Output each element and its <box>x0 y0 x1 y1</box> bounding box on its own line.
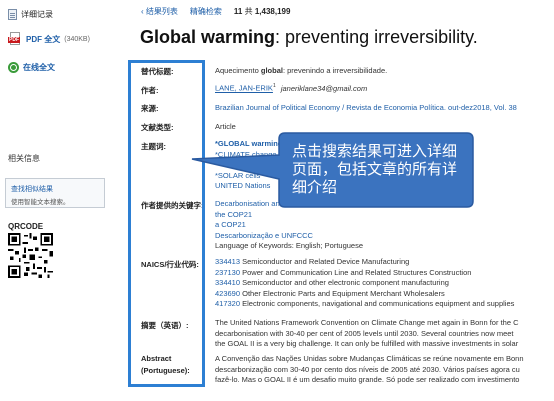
naics-desc: Power and Communication Line and Related… <box>242 267 472 277</box>
abstract-en-text: The United Nations Framework Convention … <box>215 318 519 348</box>
author-link[interactable]: LANE, JAN-ERIK <box>215 84 273 93</box>
find-similar-results[interactable]: 查找相似结果 使用智能文本搜索。 <box>5 178 105 208</box>
qrcode-heading: QRCODE <box>8 222 44 231</box>
title-rest: : preventing irreversibility. <box>275 27 478 47</box>
sidebar: 详细记录 PDF PDF 全文 (340KB) 在线全文 相关信息 查找相似结果… <box>0 0 112 401</box>
keyword-link[interactable]: Descarbonização e UNFCCC <box>215 231 535 242</box>
title-bold: Global warming <box>140 27 276 47</box>
find-similar-title[interactable]: 查找相似结果 <box>11 184 99 194</box>
naics-row: 334410 Semiconductor and other electroni… <box>215 278 554 289</box>
document-icon <box>8 9 17 20</box>
author-email: janeriklane34@gmail.com <box>280 83 368 93</box>
source-link[interactable]: Brazilian Journal of Political Economy /… <box>215 103 517 112</box>
online-full-text-link[interactable]: 在线全文 <box>8 62 55 73</box>
naics-code-link[interactable]: 334413 <box>215 257 240 266</box>
naics-row: 237130 Power and Communication Line and … <box>215 268 554 279</box>
naics-code-link[interactable]: 417320 <box>215 299 240 308</box>
callout-text: 点击搜索结果可进入详细页面，包括文章的所有详细介绍 <box>292 142 458 196</box>
keyword-link[interactable]: a COP21 <box>215 220 535 231</box>
online-full-text-label[interactable]: 在线全文 <box>23 62 55 73</box>
page-title: Global warming: preventing irreversibili… <box>140 27 478 48</box>
breadcrumb: ‹ 结果列表 精确检索 11 共 1,438,199 <box>141 6 290 17</box>
keyword-link[interactable]: the COP21 <box>215 210 535 221</box>
alt-title-value: Aquecimento global: prevenindo a irrever… <box>215 66 388 75</box>
naics-code-link[interactable]: 334410 <box>215 278 240 287</box>
related-info-heading: 相关信息 <box>8 154 40 163</box>
result-position: 11 <box>233 7 243 16</box>
refine-search-link[interactable]: 精确检索 <box>190 6 222 17</box>
naics-row: 334413 Semiconductor and Related Device … <box>215 257 554 268</box>
pdf-full-text-link[interactable]: PDF PDF 全文 (340KB) <box>8 32 90 46</box>
naics-desc: Electronic components, navigational and … <box>242 299 515 308</box>
find-similar-desc: 使用智能文本搜索。 <box>11 199 70 206</box>
naics-desc: Semiconductor and Related Device Manufac… <box>242 257 410 266</box>
author-affiliation-sup: 1 <box>272 83 276 89</box>
field-labels-highlight-box <box>128 60 205 387</box>
pdf-icon: PDF <box>8 32 22 46</box>
online-full-text-icon <box>8 62 19 73</box>
naics-desc: Semiconductor and other electronic compo… <box>242 278 449 287</box>
naics-row: 417320 Electronic components, navigation… <box>215 299 554 310</box>
keyword-language: Language of Keywords: English; Portugues… <box>215 241 364 250</box>
detail-record-row: 详细记录 <box>8 9 53 20</box>
naics-code-link[interactable]: 237130 <box>215 268 240 277</box>
detail-record-label: 详细记录 <box>21 10 53 19</box>
callout-annotation: 点击搜索结果可进入详细页面，包括文章的所有详细介绍 <box>189 131 475 209</box>
result-of: 共 <box>244 7 253 16</box>
naics-code-link[interactable]: 423690 <box>215 289 240 298</box>
author-value: LANE, JAN-ERIK1 janeriklane34@gmail.com <box>215 83 367 93</box>
qrcode-image <box>8 233 53 278</box>
abstract-pt-text: A Convenção das Nações Unidas sobre Muda… <box>215 354 524 384</box>
naics-desc: Other Electronic Parts and Equipment Mer… <box>242 288 445 298</box>
naics-row: 423690 Other Electronic Parts and Equipm… <box>215 289 554 300</box>
naics-list: 334413 Semiconductor and Related Device … <box>215 257 554 310</box>
doctype-value: Article <box>215 122 236 131</box>
back-to-results-link[interactable]: ‹ 结果列表 <box>141 6 178 17</box>
result-total: 1,438,199 <box>254 7 291 16</box>
pdf-size: (340KB) <box>64 35 90 43</box>
pdf-full-text-label[interactable]: PDF 全文 <box>26 34 60 45</box>
result-counter: 11 共 1,438,199 <box>234 6 291 17</box>
